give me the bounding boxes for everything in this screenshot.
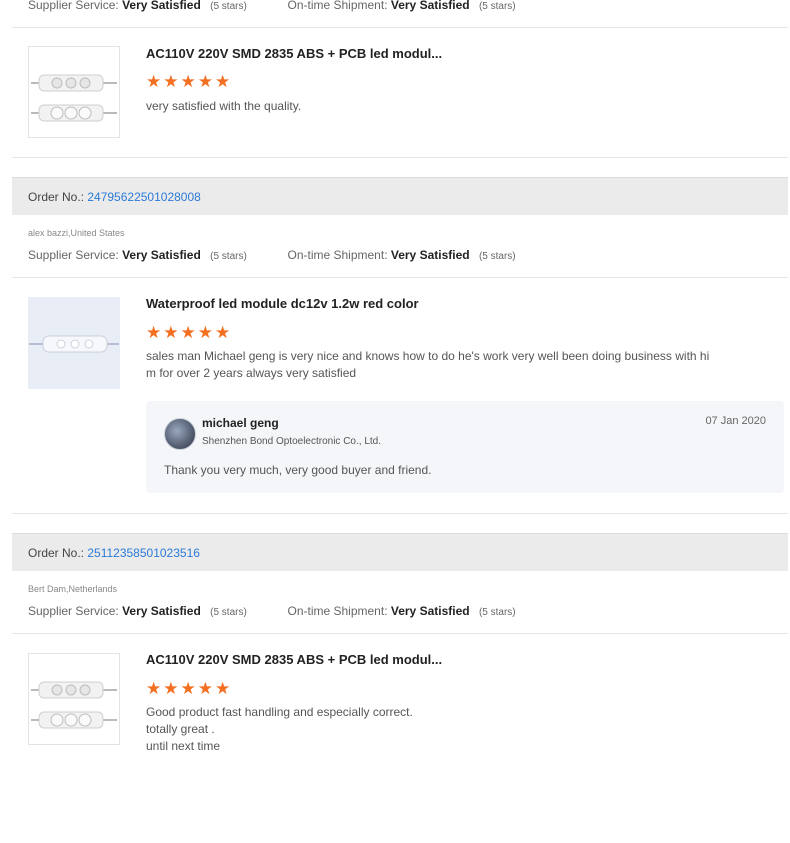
shipment-value: Very Satisfied	[390, 0, 470, 12]
avatar	[164, 418, 196, 450]
review-comment-line: totally great .	[146, 722, 215, 736]
order-no-label: Order No.:	[28, 190, 85, 204]
star-icon: ★	[180, 72, 196, 91]
review-page: Supplier Service: Very Satisfied (5 star…	[0, 0, 790, 843]
star-icon: ★	[180, 323, 196, 342]
star-icon: ★	[197, 679, 213, 698]
led-module-image	[31, 681, 117, 729]
supplier-service-stars: (5 stars)	[210, 251, 247, 262]
divider	[12, 277, 788, 278]
rating-stars: ★ ★ ★ ★ ★	[146, 680, 230, 697]
supplier-service-value: Very Satisfied	[122, 248, 201, 262]
shipment-stars: (5 stars)	[478, 607, 516, 618]
order-number-link[interactable]: 25112358501023516	[87, 546, 200, 560]
product-title[interactable]: AC110V 220V SMD 2835 ABS + PCB led modul…	[146, 46, 442, 61]
product-thumbnail[interactable]	[28, 653, 120, 745]
supplier-service-label: Supplier Service:	[28, 604, 119, 618]
supplier-service-stars: (5 stars)	[210, 1, 247, 12]
service-line: Supplier Service: Very Satisfied (5 star…	[28, 604, 516, 618]
supplier-service-label: Supplier Service:	[28, 0, 119, 12]
review-comment: very satisfied with the quality.	[146, 99, 302, 113]
star-icon: ★	[197, 72, 213, 91]
star-icon: ★	[197, 323, 213, 342]
rating-stars: ★ ★ ★ ★ ★	[146, 324, 230, 341]
shipment-stars: (5 stars)	[478, 1, 516, 12]
star-icon: ★	[146, 679, 162, 698]
review-comment: sales man Michael geng is very nice and …	[146, 348, 709, 382]
supplier-reply: michael geng Shenzhen Bond Optoelectroni…	[146, 401, 784, 493]
star-icon: ★	[146, 72, 162, 91]
service-line: Supplier Service: Very Satisfied (5 star…	[28, 0, 516, 12]
star-icon: ★	[215, 323, 231, 342]
divider	[12, 513, 788, 514]
shipment-label: On-time Shipment:	[287, 604, 388, 618]
supplier-service-value: Very Satisfied	[122, 604, 201, 618]
reply-company: Shenzhen Bond Optoelectronic Co., Ltd.	[202, 436, 382, 447]
star-icon: ★	[215, 679, 231, 698]
shipment-label: On-time Shipment:	[287, 0, 388, 12]
order-header: Order No.: 24795622501028008	[12, 177, 788, 215]
star-icon: ★	[215, 72, 231, 91]
order-no-label: Order No.:	[28, 546, 85, 560]
product-thumbnail[interactable]	[28, 46, 120, 138]
shipment-value: Very Satisfied	[390, 604, 470, 618]
supplier-service-label: Supplier Service:	[28, 248, 119, 262]
led-module-image	[31, 74, 117, 122]
star-icon: ★	[163, 679, 179, 698]
reply-author-name: michael geng	[202, 416, 279, 430]
supplier-service-stars: (5 stars)	[210, 607, 247, 618]
review-comment-line: until next time	[146, 739, 221, 753]
review-comment-line: m for over 2 years always very satisfied	[146, 366, 357, 380]
reply-text: Thank you very much, very good buyer and…	[164, 463, 432, 477]
reply-date: 07 Jan 2020	[705, 415, 766, 427]
service-line: Supplier Service: Very Satisfied (5 star…	[28, 248, 516, 262]
shipment-stars: (5 stars)	[478, 251, 516, 262]
led-module-image	[29, 335, 119, 353]
review-comment: Good product fast handling and especiall…	[146, 704, 413, 755]
shipment-value: Very Satisfied	[390, 248, 470, 262]
product-title[interactable]: AC110V 220V SMD 2835 ABS + PCB led modul…	[146, 652, 442, 667]
divider	[12, 633, 788, 634]
order-header: Order No.: 25112358501023516	[12, 533, 788, 571]
buyer-info: alex bazzi,United States	[28, 228, 125, 238]
rating-stars: ★ ★ ★ ★ ★	[146, 73, 230, 90]
divider	[12, 27, 788, 28]
order-number-link[interactable]: 24795622501028008	[87, 190, 200, 204]
star-icon: ★	[146, 323, 162, 342]
product-title[interactable]: Waterproof led module dc12v 1.2w red col…	[146, 296, 419, 311]
star-icon: ★	[163, 323, 179, 342]
buyer-info: Bert Dam,Netherlands	[28, 584, 118, 594]
shipment-label: On-time Shipment:	[287, 248, 388, 262]
star-icon: ★	[163, 72, 179, 91]
supplier-service-value: Very Satisfied	[122, 0, 201, 12]
divider	[12, 157, 788, 158]
product-thumbnail[interactable]	[28, 297, 120, 389]
star-icon: ★	[180, 679, 196, 698]
review-comment-line: Good product fast handling and especiall…	[146, 705, 413, 719]
review-comment-line: sales man Michael geng is very nice and …	[146, 349, 710, 363]
